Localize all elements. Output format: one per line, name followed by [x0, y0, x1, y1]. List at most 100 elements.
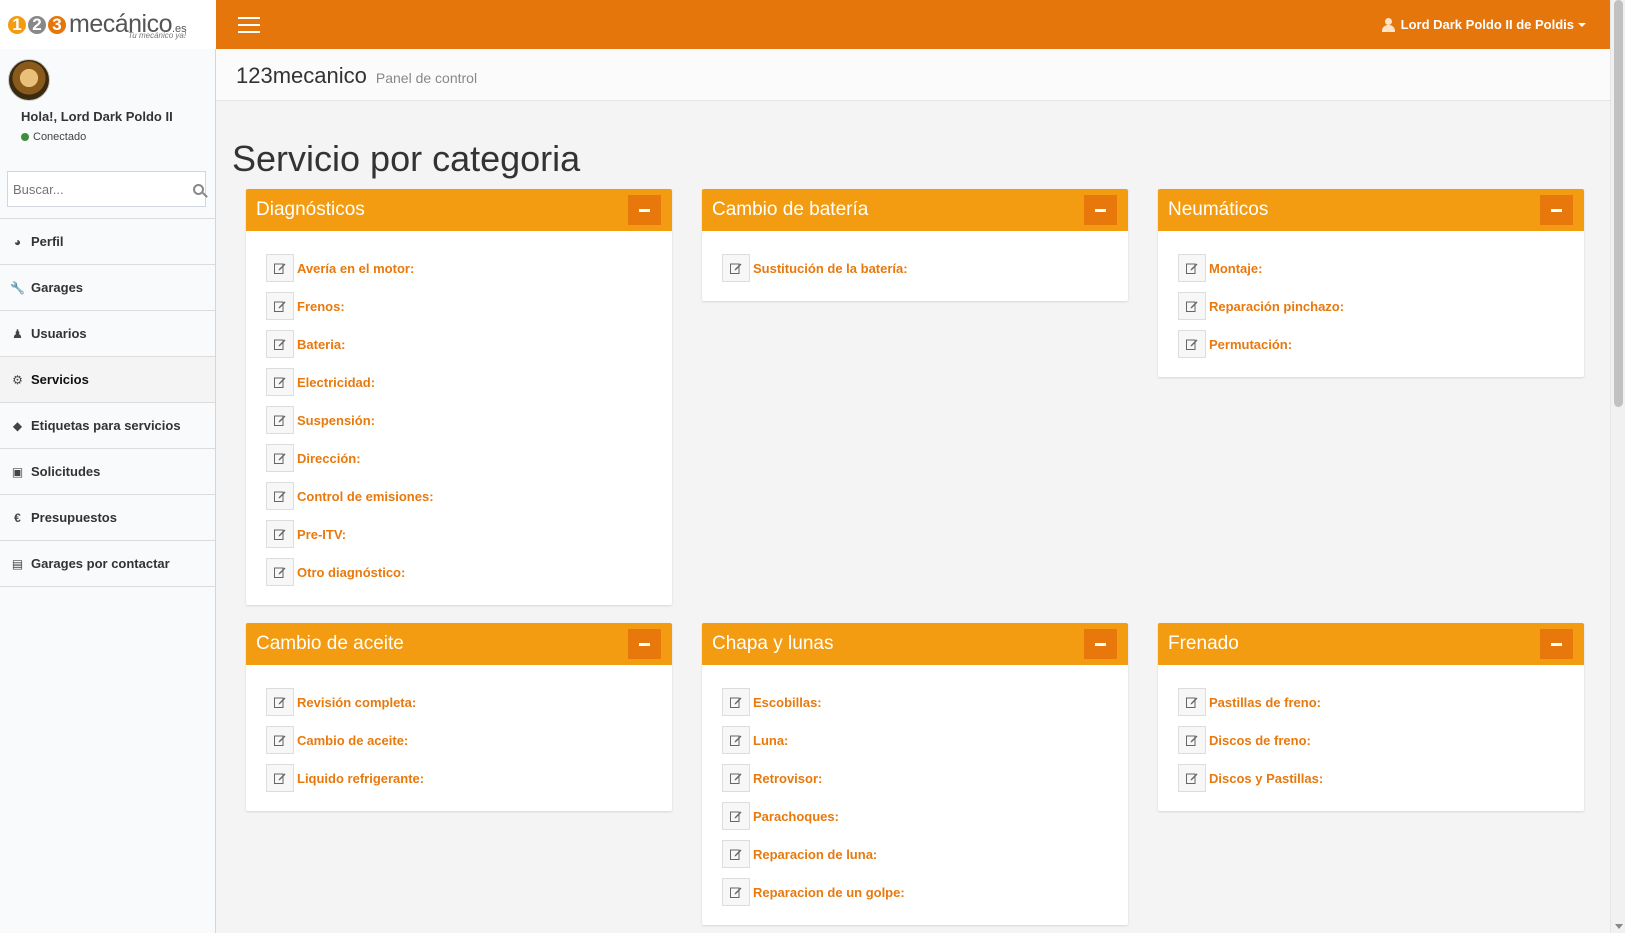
- service-link[interactable]: Discos y Pastillas:: [1209, 771, 1323, 786]
- list-item: Escobillas:: [722, 683, 1108, 721]
- edit-button[interactable]: [722, 840, 750, 868]
- edit-icon: [1186, 773, 1198, 784]
- collapse-button[interactable]: [628, 195, 661, 225]
- edit-button[interactable]: [266, 482, 294, 510]
- box-body: Avería en el motor: Frenos: Bateria: Ele…: [246, 231, 672, 605]
- collapse-button[interactable]: [628, 629, 661, 659]
- page-subtitle: Panel de control: [375, 70, 478, 86]
- service-link[interactable]: Montaje:: [1209, 261, 1262, 276]
- service-link[interactable]: Pre-ITV:: [297, 527, 346, 542]
- sidebar-item-garages-por-contactar[interactable]: ▤ Garages por contactar: [0, 541, 215, 587]
- service-link[interactable]: Avería en el motor:: [297, 261, 414, 276]
- status-text: Conectado: [33, 131, 87, 143]
- edit-button[interactable]: [266, 764, 294, 792]
- edit-button[interactable]: [1178, 292, 1206, 320]
- edit-button[interactable]: [266, 688, 294, 716]
- edit-button[interactable]: [722, 764, 750, 792]
- service-link[interactable]: Reparacion de un golpe:: [753, 885, 905, 900]
- edit-button[interactable]: [1178, 726, 1206, 754]
- edit-button[interactable]: [266, 406, 294, 434]
- sidebar-item-solicitudes[interactable]: ▣ Solicitudes: [0, 449, 215, 495]
- edit-icon: [730, 263, 742, 274]
- collapse-button[interactable]: [1084, 195, 1117, 225]
- box-title: Neumáticos: [1168, 199, 1269, 220]
- collapse-button[interactable]: [1084, 629, 1117, 659]
- service-link[interactable]: Frenos:: [297, 299, 345, 314]
- edit-button[interactable]: [1178, 688, 1206, 716]
- list-item: Retrovisor:: [722, 759, 1108, 797]
- status-online-icon: [21, 133, 29, 141]
- service-link[interactable]: Discos de freno:: [1209, 733, 1311, 748]
- edit-button[interactable]: [266, 726, 294, 754]
- sidebar-toggle-button[interactable]: [226, 0, 272, 49]
- edit-button[interactable]: [266, 444, 294, 472]
- service-link[interactable]: Electricidad:: [297, 375, 375, 390]
- collapse-button[interactable]: [1540, 629, 1573, 659]
- user-menu-dropdown[interactable]: Lord Dark Poldo II de Poldis: [1381, 17, 1586, 32]
- collapse-button[interactable]: [1540, 195, 1573, 225]
- edit-icon: [274, 567, 286, 578]
- edit-button[interactable]: [1178, 764, 1206, 792]
- sidebar: Hola!, Lord Dark Poldo II Conectado ◕ Pe…: [0, 49, 216, 933]
- edit-button[interactable]: [722, 802, 750, 830]
- list-item: Parachoques:: [722, 797, 1108, 835]
- edit-button[interactable]: [722, 254, 750, 282]
- scrollbar-thumb[interactable]: [1614, 0, 1623, 407]
- edit-button[interactable]: [266, 254, 294, 282]
- logo[interactable]: 1 2 3 mecánico .es Tu mecánico ya!: [0, 0, 216, 49]
- sidebar-item-servicios[interactable]: ⚙ Servicios: [0, 357, 215, 403]
- sidebar-item-label: Solicitudes: [31, 464, 101, 479]
- service-link[interactable]: Otro diagnóstico:: [297, 565, 405, 580]
- edit-button[interactable]: [1178, 254, 1206, 282]
- minus-icon: [1551, 208, 1562, 212]
- edit-icon: [274, 735, 286, 746]
- edit-icon: [274, 453, 286, 464]
- service-link[interactable]: Suspensión:: [297, 413, 375, 428]
- logo-digit-2: 2: [26, 13, 48, 36]
- page-scrollbar[interactable]: [1610, 0, 1625, 933]
- box-body: Pastillas de freno: Discos de freno: Dis…: [1158, 665, 1584, 811]
- edit-button[interactable]: [266, 558, 294, 586]
- service-link[interactable]: Reparacion de luna:: [753, 847, 877, 862]
- service-link[interactable]: Cambio de aceite:: [297, 733, 408, 748]
- service-link[interactable]: Reparación pinchazo:: [1209, 299, 1344, 314]
- edit-button[interactable]: [266, 368, 294, 396]
- search-button[interactable]: [191, 172, 205, 206]
- service-link[interactable]: Pastillas de freno:: [1209, 695, 1321, 710]
- service-link[interactable]: Control de emisiones:: [297, 489, 434, 504]
- service-link[interactable]: Dirección:: [297, 451, 361, 466]
- service-link[interactable]: Retrovisor:: [753, 771, 822, 786]
- service-link[interactable]: Permutación:: [1209, 337, 1292, 352]
- edit-button[interactable]: [722, 688, 750, 716]
- edit-button[interactable]: [266, 292, 294, 320]
- sidebar-item-usuarios[interactable]: ♟ Usuarios: [0, 311, 215, 357]
- box-body: Escobillas: Luna: Retrovisor: Parachoque…: [702, 665, 1128, 925]
- edit-button[interactable]: [266, 330, 294, 358]
- box-title: Cambio de batería: [712, 199, 869, 220]
- user-menu-name: Lord Dark Poldo II de Poldis: [1400, 17, 1574, 32]
- greeting: Hola!, Lord Dark Poldo II: [21, 109, 173, 124]
- box-title: Cambio de aceite: [256, 633, 404, 654]
- service-link[interactable]: Sustitución de la batería:: [753, 261, 908, 276]
- sidebar-item-perfil[interactable]: ◕ Perfil: [0, 219, 215, 265]
- edit-button[interactable]: [722, 726, 750, 754]
- edit-button[interactable]: [1178, 330, 1206, 358]
- edit-button[interactable]: [722, 878, 750, 906]
- service-link[interactable]: Escobillas:: [753, 695, 822, 710]
- service-link[interactable]: Parachoques:: [753, 809, 839, 824]
- sidebar-item-garages[interactable]: 🔧 Garages: [0, 265, 215, 311]
- sidebar-item-etiquetas[interactable]: ◆ Etiquetas para servicios: [0, 403, 215, 449]
- main-content: 123mecanico Panel de control Servicio po…: [216, 49, 1610, 933]
- service-link[interactable]: Luna:: [753, 733, 788, 748]
- sidebar-item-presupuestos[interactable]: € Presupuestos: [0, 495, 215, 541]
- edit-icon: [1186, 735, 1198, 746]
- edit-button[interactable]: [266, 520, 294, 548]
- sidebar-item-label: Servicios: [31, 372, 89, 387]
- category-box-neumaticos: Neumáticos Montaje: Reparación pinchazo:…: [1158, 189, 1584, 377]
- search-input[interactable]: [8, 174, 191, 204]
- service-link[interactable]: Revisión completa:: [297, 695, 416, 710]
- service-link[interactable]: Liquido refrigerante:: [297, 771, 424, 786]
- service-link[interactable]: Bateria:: [297, 337, 345, 352]
- scroll-down-icon[interactable]: [1615, 924, 1623, 929]
- list-item: Bateria:: [266, 325, 652, 363]
